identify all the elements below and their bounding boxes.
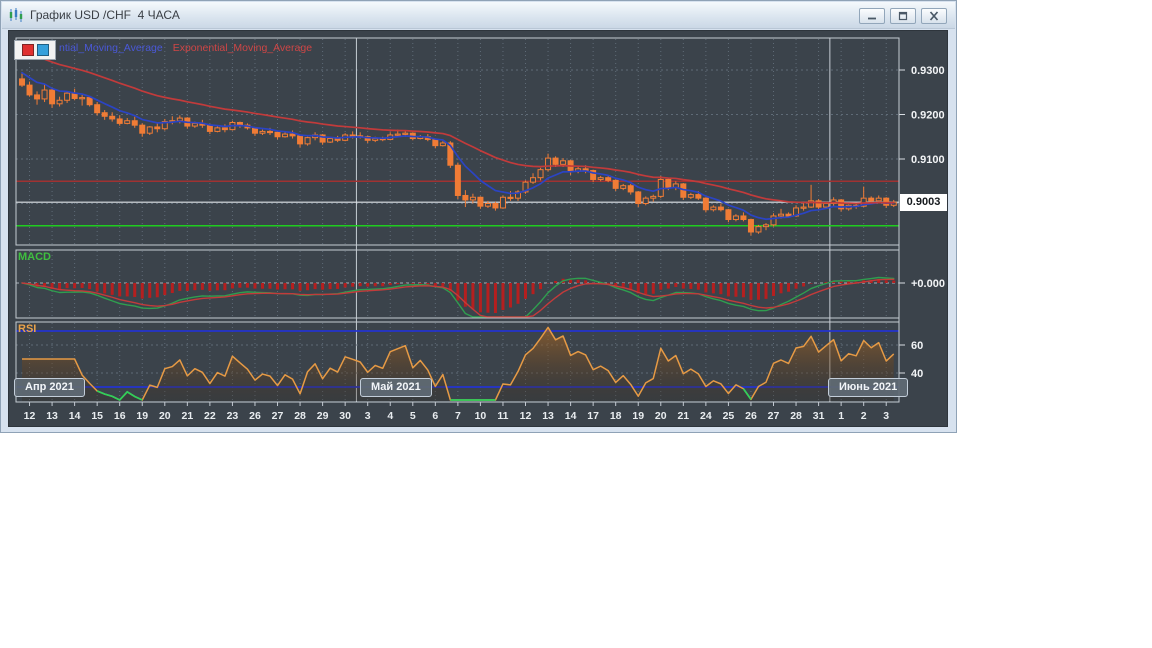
price-tick-label: 0.9300 xyxy=(911,65,945,77)
x-axis-label: 26 xyxy=(249,410,261,422)
minimize-button[interactable] xyxy=(859,8,885,24)
x-axis-label: 6 xyxy=(432,410,438,422)
x-axis-label: 10 xyxy=(475,410,487,422)
x-axis-label: 27 xyxy=(272,410,284,422)
x-axis-label: 5 xyxy=(410,410,416,422)
x-axis-label: 27 xyxy=(768,410,780,422)
x-axis-label: 19 xyxy=(136,410,148,422)
x-axis-label: 28 xyxy=(294,410,306,422)
close-icon xyxy=(929,11,939,21)
month-flag-april: Апр 2021 xyxy=(14,378,85,397)
x-axis-label: 26 xyxy=(745,410,757,422)
x-axis-label: 31 xyxy=(813,410,825,422)
x-axis-label: 20 xyxy=(159,410,171,422)
rsi-panel-label: RSI xyxy=(18,323,37,335)
x-axis-label: 7 xyxy=(455,410,461,422)
x-axis-label: 12 xyxy=(24,410,36,422)
indicator-buttons xyxy=(14,40,56,60)
x-axis-label: 21 xyxy=(181,410,193,422)
month-flag-june: Июнь 2021 xyxy=(828,378,909,397)
legend-item-ema-fast: ntial_Moving_Average xyxy=(59,42,163,54)
price-tick-label: 0.9200 xyxy=(911,110,945,122)
x-axis-label: 25 xyxy=(723,410,735,422)
restore-icon xyxy=(898,11,908,21)
chart-window: График USD /CHF 4 ЧАСА 12 13 14 15 16 19 20 21 2… xyxy=(0,0,957,433)
current-price-badge: 0.9003 xyxy=(900,194,947,211)
x-axis-label: 21 xyxy=(677,410,689,422)
x-axis-label: 24 xyxy=(700,410,712,422)
x-axis-label: 12 xyxy=(520,410,532,422)
x-axis-label: 30 xyxy=(339,410,351,422)
close-button[interactable] xyxy=(921,8,947,24)
x-axis-label: 22 xyxy=(204,410,216,422)
x-axis-label: 19 xyxy=(632,410,644,422)
restore-button[interactable] xyxy=(890,8,916,24)
x-axis-label: 29 xyxy=(317,410,329,422)
price-tick-label: 0.9100 xyxy=(911,154,945,166)
x-axis-label: 14 xyxy=(565,410,577,422)
x-axis-label: 23 xyxy=(227,410,239,422)
chart-canvas[interactable]: 12 13 14 15 16 19 20 21 22 23 26 27 28 29 30 3 4 5 6 7 10 11 1… xyxy=(9,31,947,426)
x-axis-label: 3 xyxy=(365,410,371,422)
macd-panel-label: MACD xyxy=(18,251,51,263)
candlestick-chart-icon xyxy=(9,8,23,22)
month-flag-may: Май 2021 xyxy=(360,378,432,397)
title-bar[interactable]: График USD /CHF 4 ЧАСА xyxy=(2,2,955,29)
x-axis-label: 13 xyxy=(542,410,554,422)
x-axis-label: 15 xyxy=(91,410,103,422)
red-indicator-button[interactable] xyxy=(21,44,34,56)
x-axis-label: 2 xyxy=(861,410,867,422)
x-axis-label: 14 xyxy=(69,410,81,422)
legend-item-ema-slow: Exponential_Moving_Average xyxy=(172,42,313,54)
x-axis-label: 1 xyxy=(838,410,844,422)
rsi-tick-label: 40 xyxy=(911,368,923,380)
macd-zero-label: +0.000 xyxy=(911,278,945,290)
x-axis-label: 3 xyxy=(883,410,889,422)
minimize-icon xyxy=(868,17,876,20)
rsi-tick-label: 60 xyxy=(911,340,923,352)
x-axis-label: 16 xyxy=(114,410,126,422)
legend: ntial_Moving_Average Exponential_Moving_… xyxy=(59,42,312,54)
blue-indicator-button[interactable] xyxy=(36,44,49,56)
x-axis-label: 11 xyxy=(497,410,508,422)
x-axis-label: 4 xyxy=(387,410,393,422)
x-axis-label: 18 xyxy=(610,410,622,422)
window-title: График USD /CHF 4 ЧАСА xyxy=(30,8,180,22)
x-axis-label: 28 xyxy=(790,410,802,422)
chart-area: 12 13 14 15 16 19 20 21 22 23 26 27 28 29 30 3 4 5 6 7 10 11 1… xyxy=(8,30,948,427)
x-axis-label: 13 xyxy=(46,410,58,422)
x-axis-label: 17 xyxy=(587,410,599,422)
x-axis-label: 20 xyxy=(655,410,667,422)
